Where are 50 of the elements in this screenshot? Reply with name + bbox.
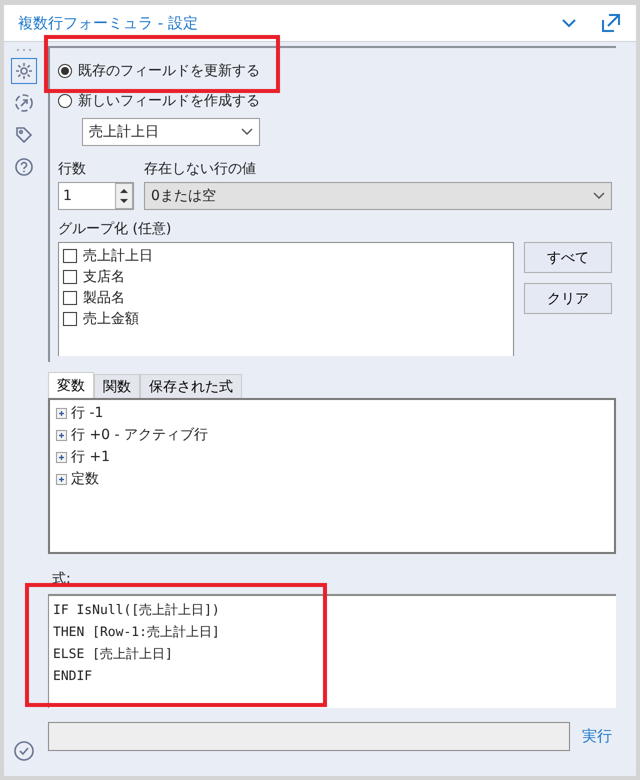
tree-item[interactable]: 行 -1: [71, 404, 104, 422]
checkbox[interactable]: [63, 270, 77, 284]
tab[interactable]: 保存された式: [140, 374, 242, 398]
plus-box-icon[interactable]: [56, 452, 67, 462]
check-circle-icon: [13, 740, 35, 762]
field-label: 行数: [58, 160, 87, 178]
help-icon: [14, 157, 34, 177]
checkbox-label: 売上金額: [83, 310, 139, 328]
tag-icon: [14, 125, 34, 145]
output-field[interactable]: [48, 722, 570, 751]
expression-editor[interactable]: IF IsNull([売上計上日]) THEN [Row-1:売上計上日] ELSE [売上計上日] ENDIF: [48, 594, 616, 708]
radio-button[interactable]: [58, 94, 72, 108]
list-button[interactable]: クリア: [524, 283, 612, 314]
plus-box-icon[interactable]: [56, 430, 67, 440]
tab[interactable]: 変数: [48, 372, 94, 398]
tree-item[interactable]: 行 +0 - アクティブ行: [71, 426, 208, 444]
caret-icon: [241, 128, 253, 136]
code-line: IF IsNull([売上計上日]): [53, 602, 221, 620]
code-line: ENDIF: [53, 668, 94, 686]
checkbox-label: 製品名: [83, 288, 125, 306]
code-line: ELSE [売上計上日]: [53, 646, 174, 664]
checkbox[interactable]: [63, 312, 77, 326]
plus-box-icon[interactable]: [56, 408, 67, 418]
checkbox[interactable]: [63, 290, 77, 304]
list-button[interactable]: すべて: [524, 242, 612, 273]
checkbox-label: 売上計上日: [83, 246, 153, 264]
run-link[interactable]: 実行: [582, 727, 612, 746]
row-count-field[interactable]: 1: [58, 182, 134, 210]
radio-label: 既存のフィールドを更新する: [78, 62, 260, 80]
sidebar-tab[interactable]: [11, 58, 37, 84]
tree-item[interactable]: 行 +1: [71, 448, 110, 466]
field-label: 存在しない行の値: [144, 160, 257, 178]
settings-icon: [14, 61, 34, 81]
pop-out-icon[interactable]: [600, 12, 622, 34]
spinner-icon: [115, 183, 133, 209]
field-dropdown[interactable]: 売上計上日: [82, 118, 260, 146]
radio-label: 新しいフィールドを作成する: [78, 92, 260, 110]
dots-icon: [16, 48, 32, 52]
tree-item[interactable]: 定数: [71, 470, 99, 488]
window-title: 複数行フォーミュラ - 設定: [18, 14, 199, 32]
collapse-button[interactable]: [562, 18, 576, 28]
tab[interactable]: 関数: [94, 374, 140, 398]
code-line: THEN [Row-1:売上計上日]: [53, 624, 221, 642]
checkbox-label: 支店名: [83, 268, 125, 286]
plus-box-icon[interactable]: [56, 474, 67, 484]
missing-row-dropdown[interactable]: 0または空: [144, 182, 612, 210]
caret-icon: [593, 192, 605, 200]
field-label: グループ化 (任意): [58, 220, 172, 238]
radio-button[interactable]: [58, 64, 72, 78]
checkbox[interactable]: [63, 248, 77, 262]
